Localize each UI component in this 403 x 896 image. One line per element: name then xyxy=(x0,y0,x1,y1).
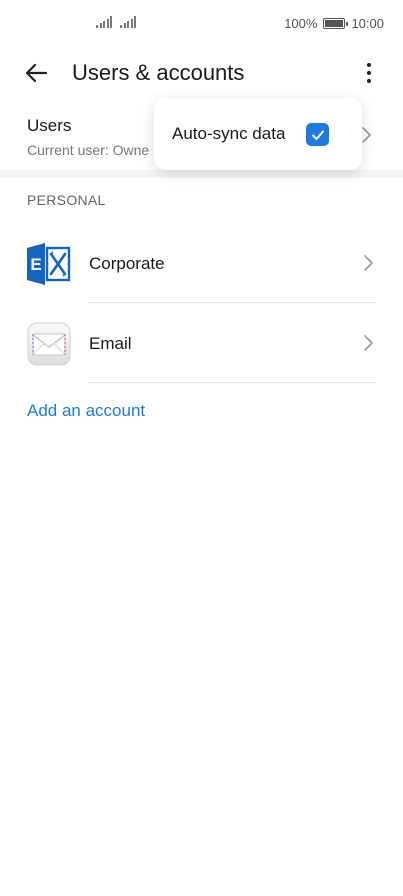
add-account-link[interactable]: Add an account xyxy=(27,401,145,421)
section-header-personal: PERSONAL xyxy=(27,192,106,208)
signal-strength-icon xyxy=(120,16,136,28)
users-title: Users xyxy=(27,116,72,135)
status-time: 10:00 xyxy=(351,16,384,31)
account-row-corporate[interactable]: E Corporate xyxy=(0,223,403,303)
account-label-email: Email xyxy=(89,334,132,353)
current-user-text: Current user: Owne xyxy=(27,142,150,158)
battery-icon xyxy=(323,18,349,29)
account-label-corporate: Corporate xyxy=(89,254,165,273)
back-button[interactable] xyxy=(22,58,52,88)
account-row-email[interactable]: Email xyxy=(0,303,403,383)
more-vertical-icon xyxy=(367,63,371,67)
status-bar: 100% 10:00 xyxy=(0,0,403,48)
battery-percentage: 100% xyxy=(284,16,318,31)
autosync-checkbox[interactable] xyxy=(306,123,329,146)
section-divider xyxy=(0,170,403,178)
row-divider xyxy=(89,382,376,383)
envelope-icon xyxy=(27,322,71,366)
status-right: 100% 10:00 xyxy=(284,16,384,31)
chevron-right-icon xyxy=(364,335,373,351)
chevron-right-icon xyxy=(364,255,373,271)
overflow-popup-menu: Auto-sync data xyxy=(154,98,362,170)
autosync-label[interactable]: Auto-sync data xyxy=(172,124,285,144)
svg-text:E: E xyxy=(30,255,41,274)
page-title: Users & accounts xyxy=(72,60,245,85)
arrow-left-icon xyxy=(25,63,48,83)
exchange-icon: E xyxy=(27,243,71,285)
checkmark-icon xyxy=(311,130,324,140)
more-options-button[interactable] xyxy=(356,58,382,88)
app-header: Users & accounts xyxy=(0,48,403,98)
signal-strength-icon xyxy=(96,16,112,28)
